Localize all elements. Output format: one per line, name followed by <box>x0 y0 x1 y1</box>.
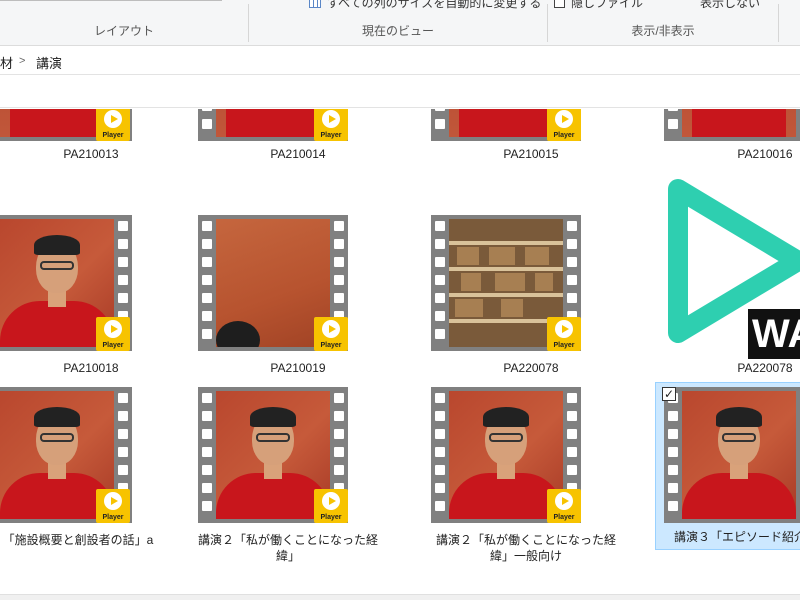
ribbon: レイアウト すべての列のサイズを自動的に変更する 現在のビュー 隠しファイル 表… <box>0 0 800 46</box>
logo-text: WA <box>748 309 800 359</box>
hidden-files-label: 隠しファイル <box>571 0 644 10</box>
player-badge-icon: Player <box>314 109 348 141</box>
file-tile[interactable]: Player <box>198 215 348 355</box>
file-name[interactable]: PA210015 <box>446 146 616 162</box>
ribbon-separator <box>778 4 779 42</box>
breadcrumb-parent[interactable]: 材 <box>0 53 13 72</box>
status-bar <box>0 594 800 600</box>
file-name[interactable]: 講演３「エピソード紹介 <box>656 529 800 545</box>
app-play-logo-icon: WA <box>660 169 800 369</box>
autosize-columns-label: すべての列のサイズを自動的に変更する <box>327 0 542 10</box>
file-name[interactable]: PA210018 <box>6 360 176 376</box>
address-bar[interactable]: 材 > 講演 <box>0 47 800 75</box>
breadcrumb-current[interactable]: 講演 <box>36 53 62 72</box>
file-name[interactable]: PA210013 <box>6 146 176 162</box>
file-name[interactable]: 講演２「私が働くことになった経緯」 <box>193 532 383 564</box>
columns-icon <box>309 0 321 8</box>
file-tile[interactable]: Player <box>0 109 132 145</box>
video-thumbnail <box>664 109 800 141</box>
column-header-bar <box>0 76 800 108</box>
player-badge-icon: Player <box>96 317 130 351</box>
selection-checkbox[interactable]: ✓ <box>662 387 676 401</box>
file-name[interactable]: 「施設概要と創設者の話」a <box>0 532 168 548</box>
file-explorer-window: レイアウト すべての列のサイズを自動的に変更する 現在のビュー 隠しファイル 表… <box>0 0 800 600</box>
ribbon-group-layout: レイアウト <box>0 0 248 46</box>
player-badge-icon: Player <box>314 489 348 523</box>
hide-selected-label: 表示しない <box>700 0 761 10</box>
file-name[interactable]: PA210014 <box>213 146 383 162</box>
hide-selected-button[interactable]: 表示しない <box>700 0 760 11</box>
ribbon-group-label-current-view: 現在のビュー <box>361 24 434 38</box>
file-tile[interactable] <box>664 109 800 145</box>
player-badge-icon: Player <box>547 489 581 523</box>
file-name[interactable]: 講演２「私が働くことになった経緯」一般向け <box>431 532 621 564</box>
ribbon-group-current-view: すべての列のサイズを自動的に変更する 現在のビュー <box>249 0 547 46</box>
ribbon-group-label-show-hide: 表示/非表示 <box>631 24 695 38</box>
player-badge-icon: Player <box>547 109 581 141</box>
file-tile[interactable]: Player <box>0 215 132 355</box>
file-tile[interactable]: Player <box>0 387 132 527</box>
player-badge-icon: Player <box>314 317 348 351</box>
checkbox-icon <box>554 0 565 8</box>
player-badge-icon: Player <box>96 489 130 523</box>
ribbon-group-label-layout: レイアウト <box>93 24 154 38</box>
ribbon-group-show-hide: 隠しファイル 表示しない 表示/非表示 <box>548 0 778 46</box>
file-tile[interactable]: Player <box>431 215 581 355</box>
file-tile[interactable]: Player <box>431 387 581 527</box>
file-name[interactable]: PA220078 <box>680 360 800 376</box>
file-tile-selected[interactable]: ✓ 講演３「エピソード紹介 <box>655 382 800 550</box>
file-grid: Player PA210013 Player PA210014 Player P… <box>0 109 800 600</box>
file-tile[interactable]: Player <box>198 109 348 145</box>
video-thumbnail <box>664 387 800 523</box>
player-badge-icon: Player <box>547 317 581 351</box>
file-tile[interactable]: Player <box>431 109 581 145</box>
autosize-columns-button[interactable]: すべての列のサイズを自動的に変更する <box>309 0 541 11</box>
player-badge-icon: Player <box>96 109 130 141</box>
file-name[interactable]: PA220078 <box>446 360 616 376</box>
file-name[interactable]: PA210016 <box>680 146 800 162</box>
file-tile[interactable]: Player <box>198 387 348 527</box>
file-name[interactable]: PA210019 <box>213 360 383 376</box>
breadcrumb-chevron-icon[interactable]: > <box>19 55 25 67</box>
hidden-files-checkbox[interactable]: 隠しファイル <box>554 0 643 11</box>
